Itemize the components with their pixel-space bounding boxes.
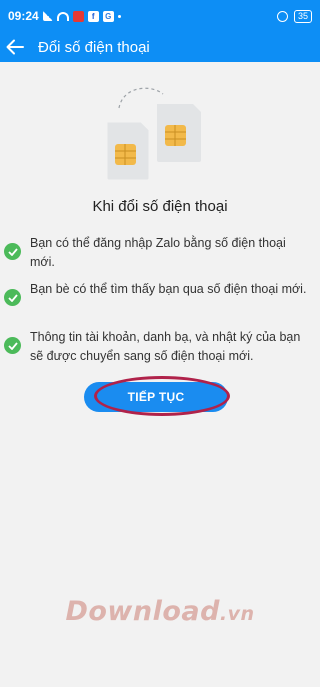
watermark-main: Download	[65, 596, 220, 627]
status-bar: 09:24 f G 35	[0, 0, 320, 32]
check-circle-icon	[4, 289, 21, 306]
facebook-icon: f	[87, 10, 99, 22]
watermark-suffix: .vn	[219, 603, 255, 625]
page-title: Đổi số điện thoại	[38, 38, 150, 56]
back-button[interactable]	[0, 32, 30, 62]
alarm-icon	[276, 10, 288, 22]
sim-card-icon-old	[106, 121, 150, 180]
app-header: Đổi số điện thoại	[0, 32, 320, 62]
signal-icon	[42, 11, 53, 21]
wifi-icon	[56, 11, 69, 21]
google-icon: G	[102, 10, 114, 22]
watermark: Download.vn	[0, 596, 320, 627]
check-circle-icon	[4, 243, 21, 260]
list-item-text: Bạn bè có thể tìm thấy bạn qua số điện t…	[30, 282, 307, 296]
info-heading: Khi đổi số điện thoại	[92, 198, 228, 215]
list-item-text: Thông tin tài khoản, danh bạ, và nhật ký…	[30, 330, 301, 363]
notification-app-icon	[72, 10, 84, 22]
sim-swap-illustration	[106, 87, 201, 180]
arrow-left-icon	[6, 39, 24, 55]
list-item-text: Bạn có thể đăng nhập Zalo bằng số điện t…	[30, 236, 286, 269]
status-time: 09:24	[8, 9, 39, 23]
status-left: 09:24 f G	[8, 9, 121, 23]
status-right: 35	[276, 9, 312, 23]
more-notifications-icon	[117, 14, 121, 18]
check-circle-icon	[4, 337, 21, 354]
battery-icon: 35	[293, 9, 312, 23]
continue-button[interactable]: TIẾP TỤC	[84, 382, 228, 412]
sim-card-icon-new	[157, 104, 201, 162]
swap-arrow-path	[118, 87, 164, 109]
